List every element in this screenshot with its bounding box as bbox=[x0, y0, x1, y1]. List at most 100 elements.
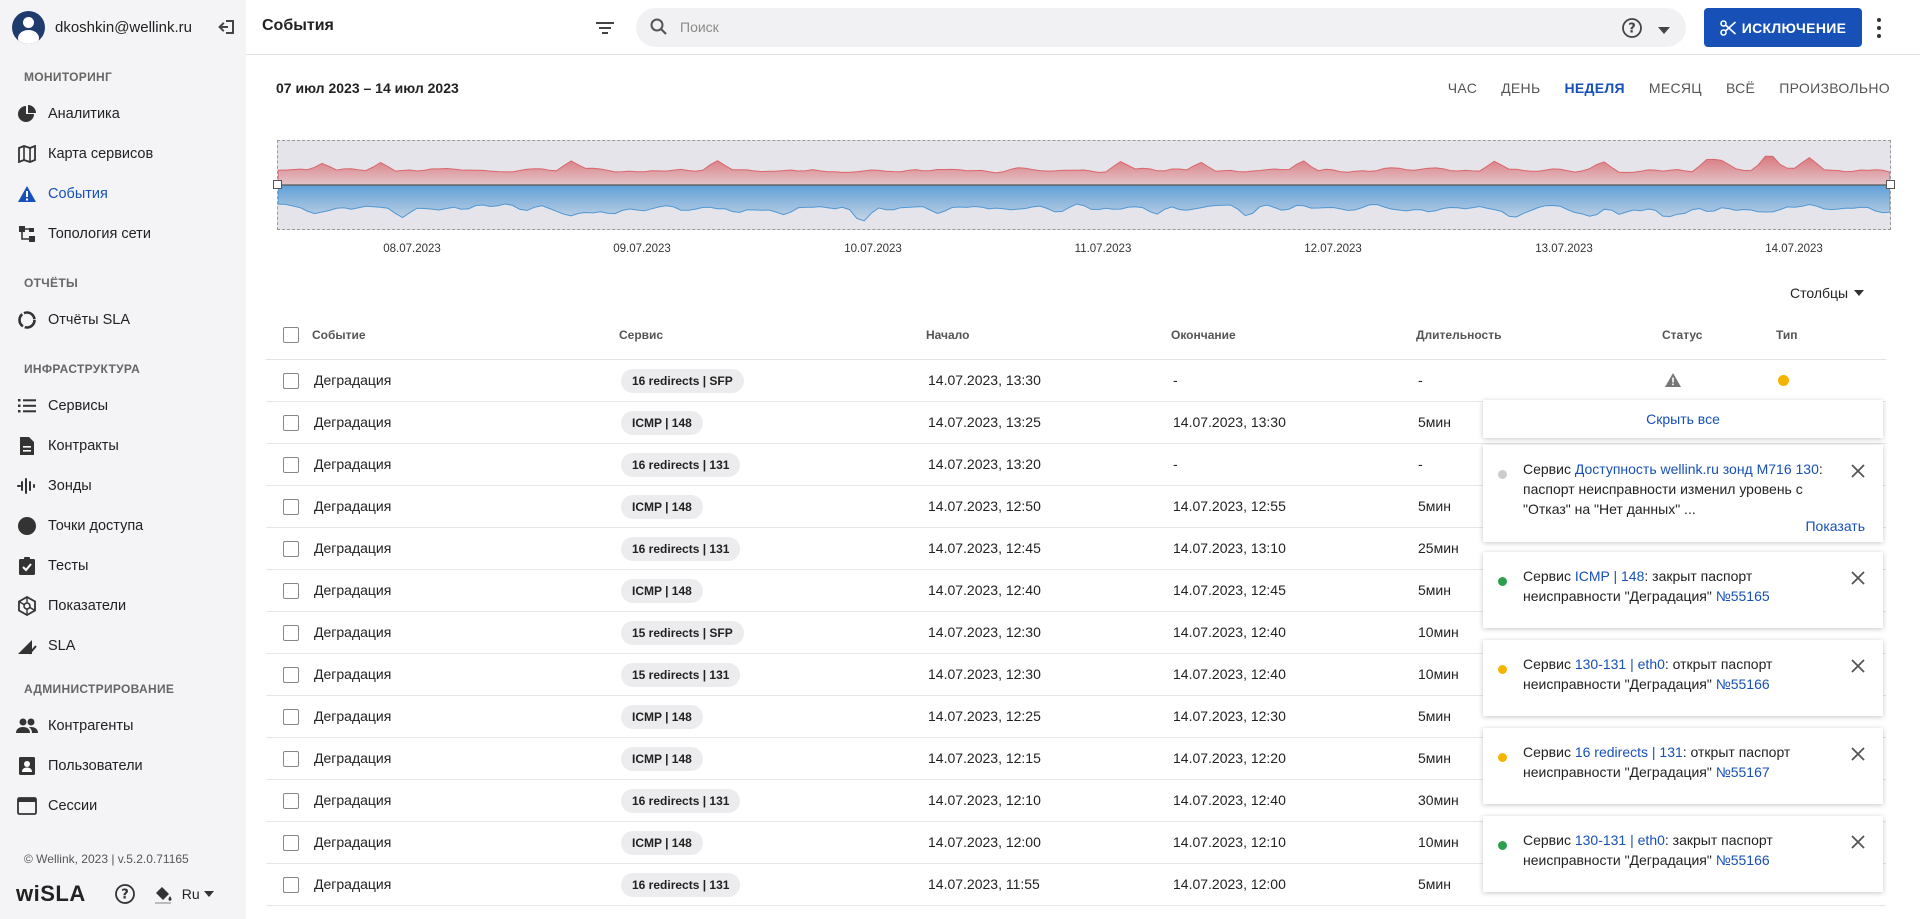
row-checkbox[interactable] bbox=[283, 499, 299, 515]
period-hour[interactable]: ЧАС bbox=[1448, 80, 1477, 96]
help-icon[interactable]: ? bbox=[114, 883, 136, 905]
service-chip[interactable]: 15 redirects | SFP bbox=[621, 621, 744, 645]
search-help-icon[interactable]: ? bbox=[1621, 17, 1643, 44]
start-cell: 14.07.2023, 12:15 bbox=[928, 750, 1041, 766]
sidebar-item-sla-reports[interactable]: Отчёты SLA bbox=[16, 305, 238, 335]
notification-passport-link[interactable]: №55166 bbox=[1716, 852, 1770, 868]
row-checkbox[interactable] bbox=[283, 541, 299, 557]
svg-text:?: ? bbox=[121, 888, 129, 903]
row-checkbox[interactable] bbox=[283, 583, 299, 599]
notification-passport-link[interactable]: №55167 bbox=[1716, 764, 1770, 780]
close-icon[interactable] bbox=[1851, 463, 1867, 479]
period-custom[interactable]: ПРОИЗВОЛЬНО bbox=[1779, 80, 1890, 96]
sidebar-item-users[interactable]: Пользователи bbox=[16, 751, 238, 781]
timeline-graph bbox=[278, 155, 1890, 222]
col-start[interactable]: Начало bbox=[926, 328, 969, 342]
end-cell: 14.07.2023, 12:40 bbox=[1173, 624, 1286, 640]
col-status[interactable]: Статус bbox=[1662, 328, 1702, 342]
service-chip[interactable]: ICMP | 148 bbox=[621, 579, 703, 603]
notification-service-link[interactable]: 16 redirects | 131 bbox=[1575, 744, 1683, 760]
col-end[interactable]: Окончание bbox=[1171, 328, 1236, 342]
row-checkbox[interactable] bbox=[283, 751, 299, 767]
notification-passport-link[interactable]: №55165 bbox=[1716, 588, 1770, 604]
service-chip[interactable]: 16 redirects | 131 bbox=[621, 873, 741, 897]
sidebar-item-sla[interactable]: SLA bbox=[16, 631, 238, 661]
service-chip[interactable]: 16 redirects | 131 bbox=[621, 789, 741, 813]
donut-icon bbox=[16, 309, 38, 331]
filter-icon[interactable] bbox=[594, 17, 616, 39]
service-chip[interactable]: 16 redirects | 131 bbox=[621, 453, 741, 477]
close-icon[interactable] bbox=[1851, 570, 1867, 586]
service-chip[interactable]: ICMP | 148 bbox=[621, 411, 703, 435]
timeline-left-handle[interactable] bbox=[273, 180, 282, 189]
timeline-date: 09.07.2023 bbox=[613, 243, 671, 255]
service-chip[interactable]: 16 redirects | 131 bbox=[621, 537, 741, 561]
logout-icon[interactable] bbox=[216, 16, 238, 38]
paint-bucket-icon[interactable] bbox=[152, 883, 174, 905]
col-type[interactable]: Тип bbox=[1776, 328, 1798, 342]
sidebar-item-label: Зонды bbox=[48, 478, 92, 494]
service-chip[interactable]: ICMP | 148 bbox=[621, 705, 703, 729]
service-chip[interactable]: ICMP | 148 bbox=[621, 495, 703, 519]
sidebar-item-tests[interactable]: Тесты bbox=[16, 551, 238, 581]
language-select[interactable]: Ru bbox=[182, 886, 214, 902]
notification-service-link[interactable]: ICMP | 148 bbox=[1575, 568, 1645, 584]
sidebar-item-events[interactable]: События bbox=[16, 179, 238, 209]
search-input[interactable] bbox=[680, 16, 1560, 38]
columns-button[interactable]: Столбцы bbox=[1790, 285, 1865, 301]
notification-service-link[interactable]: Доступность wellink.ru зонд M716 130 bbox=[1575, 461, 1819, 477]
sidebar-item-analytics[interactable]: Аналитика bbox=[16, 99, 238, 129]
period-week[interactable]: НЕДЕЛЯ bbox=[1564, 80, 1624, 96]
sidebar-item-access-points[interactable]: Точки доступа bbox=[16, 511, 238, 541]
hide-all-button[interactable]: Скрыть все bbox=[1483, 400, 1883, 438]
period-all[interactable]: ВСЁ bbox=[1726, 80, 1755, 96]
table-row[interactable]: Деградация 16 redirects | SFP 14.07.2023, … bbox=[266, 360, 1886, 402]
sidebar-item-sessions[interactable]: Сессии bbox=[16, 791, 238, 821]
service-chip[interactable]: ICMP | 148 bbox=[621, 747, 703, 771]
row-checkbox[interactable] bbox=[283, 415, 299, 431]
col-service[interactable]: Сервис bbox=[619, 328, 663, 342]
close-icon[interactable] bbox=[1851, 834, 1867, 850]
sidebar-item-probes[interactable]: Зонды bbox=[16, 471, 238, 501]
notification-passport-link[interactable]: №55166 bbox=[1716, 676, 1770, 692]
select-all-checkbox[interactable] bbox=[283, 327, 299, 343]
row-checkbox[interactable] bbox=[283, 373, 299, 389]
sidebar-item-service-map[interactable]: Карта сервисов bbox=[16, 139, 238, 169]
sidebar-item-counterparties[interactable]: Контрагенты bbox=[16, 711, 238, 741]
map-icon bbox=[16, 143, 38, 165]
service-chip[interactable]: 15 redirects | 131 bbox=[621, 663, 741, 687]
timeline-right-handle[interactable] bbox=[1886, 180, 1895, 189]
row-checkbox[interactable] bbox=[283, 457, 299, 473]
more-menu-icon[interactable] bbox=[1874, 16, 1884, 40]
timeline-overview[interactable] bbox=[273, 140, 1895, 230]
notification-service-link[interactable]: 130-131 | eth0 bbox=[1575, 832, 1665, 848]
sidebar-item-metrics[interactable]: Показатели bbox=[16, 591, 238, 621]
row-checkbox[interactable] bbox=[283, 625, 299, 641]
row-checkbox[interactable] bbox=[283, 793, 299, 809]
start-cell: 14.07.2023, 12:50 bbox=[928, 498, 1041, 514]
sidebar-footer: wiSLA ? Ru bbox=[16, 880, 238, 908]
svg-text:?: ? bbox=[1628, 22, 1636, 37]
period-month[interactable]: МЕСЯЦ bbox=[1649, 80, 1702, 96]
row-checkbox[interactable] bbox=[283, 709, 299, 725]
show-button[interactable]: Показать bbox=[1805, 516, 1865, 536]
sidebar-item-topology[interactable]: Топология сети bbox=[16, 219, 238, 249]
row-checkbox[interactable] bbox=[283, 667, 299, 683]
service-chip[interactable]: 16 redirects | SFP bbox=[621, 369, 744, 393]
sidebar-item-services[interactable]: Сервисы bbox=[16, 391, 238, 421]
sidebar-item-contracts[interactable]: Контракты bbox=[16, 431, 238, 461]
row-checkbox[interactable] bbox=[283, 877, 299, 893]
row-checkbox[interactable] bbox=[283, 835, 299, 851]
chevron-down-icon[interactable] bbox=[1658, 22, 1670, 40]
close-icon[interactable] bbox=[1851, 658, 1867, 674]
exclusion-button[interactable]: ИСКЛЮЧЕНИЕ bbox=[1704, 8, 1862, 47]
col-duration[interactable]: Длительность bbox=[1416, 328, 1501, 342]
timeline-date: 11.07.2023 bbox=[1074, 243, 1132, 255]
section-monitoring: МОНИТОРИНГ bbox=[24, 70, 113, 84]
col-event[interactable]: Событие bbox=[312, 328, 366, 342]
service-chip[interactable]: ICMP | 148 bbox=[621, 831, 703, 855]
avatar[interactable] bbox=[12, 10, 45, 44]
close-icon[interactable] bbox=[1851, 746, 1867, 762]
period-day[interactable]: ДЕНЬ bbox=[1501, 80, 1540, 96]
notification-service-link[interactable]: 130-131 | eth0 bbox=[1575, 656, 1665, 672]
